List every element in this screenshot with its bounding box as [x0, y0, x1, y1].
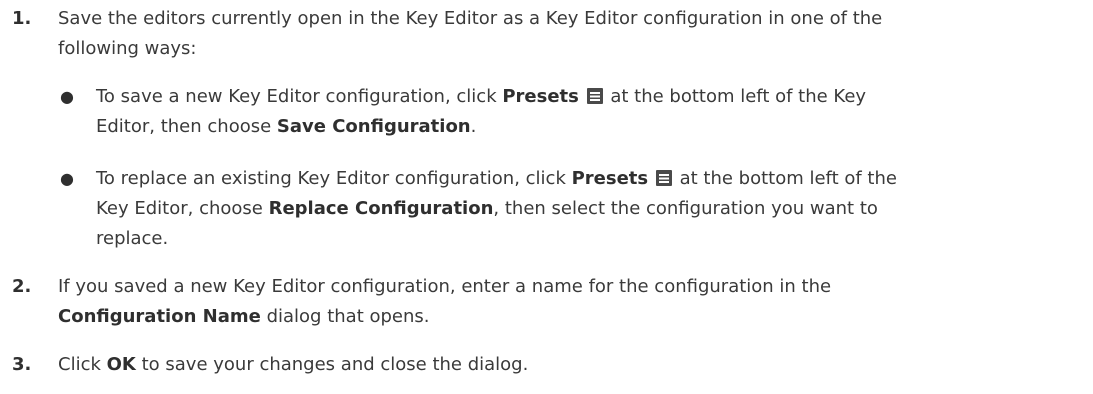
- presets-menu-icon: [655, 170, 672, 186]
- step-text: If you saved a new Key Editor configurat…: [58, 272, 1078, 332]
- bullet-dot: ●: [60, 87, 74, 106]
- ui-term-presets: Presets: [502, 86, 579, 107]
- text-run: , then select the configuration you want…: [493, 198, 878, 219]
- bullet-dot: ●: [60, 169, 74, 188]
- step-text: Click OK to save your changes and close …: [58, 350, 1078, 380]
- text-run: Click: [58, 354, 107, 375]
- ui-term-presets: Presets: [571, 168, 649, 189]
- step-text: Save the editors currently open in the K…: [58, 4, 1078, 64]
- text-run: dialog that opens.: [260, 306, 430, 327]
- bullet-line: To replace an existing Key Editor config…: [96, 164, 1076, 194]
- bullet-line: Editor, then choose Save Configuration.: [96, 112, 1076, 142]
- text-run: at the bottom left of the: [673, 168, 897, 189]
- text-run: at the bottom left of the Key: [604, 86, 867, 107]
- presets-menu-icon: [586, 88, 603, 104]
- instruction-document: 1. Save the editors currently open in th…: [0, 0, 1093, 394]
- ui-term-configuration-name: Configuration Name: [58, 306, 261, 327]
- step-number: 1.: [12, 8, 32, 29]
- text-run: To replace an existing Key Editor config…: [96, 168, 572, 189]
- ui-term-ok: OK: [106, 354, 136, 375]
- bullet-text: To save a new Key Editor configuration, …: [96, 82, 1076, 142]
- text-run: Editor, then choose: [96, 116, 277, 137]
- text-run: to save your changes and close the dialo…: [135, 354, 529, 375]
- ui-term-replace-configuration: Replace Configuration: [268, 198, 494, 219]
- step-line: following ways:: [58, 38, 197, 59]
- text-run: To save a new Key Editor configuration, …: [96, 86, 503, 107]
- bullet-text: To replace an existing Key Editor config…: [96, 164, 1076, 254]
- ui-term-save-configuration: Save Configuration: [276, 116, 471, 137]
- bullet-line: replace.: [96, 228, 169, 249]
- step-line: Configuration Name dialog that opens.: [58, 302, 1078, 332]
- step-number: 3.: [12, 354, 32, 375]
- step-line: Save the editors currently open in the K…: [58, 8, 883, 29]
- step-line: Click OK to save your changes and close …: [58, 350, 1078, 380]
- step-line: If you saved a new Key Editor configurat…: [58, 276, 832, 297]
- bullet-line: Key Editor, choose Replace Configuration…: [96, 194, 1076, 224]
- bullet-line: To save a new Key Editor configuration, …: [96, 82, 1076, 112]
- step-number: 2.: [12, 276, 32, 297]
- text-run: .: [470, 116, 477, 137]
- text-run: Key Editor, choose: [96, 198, 269, 219]
